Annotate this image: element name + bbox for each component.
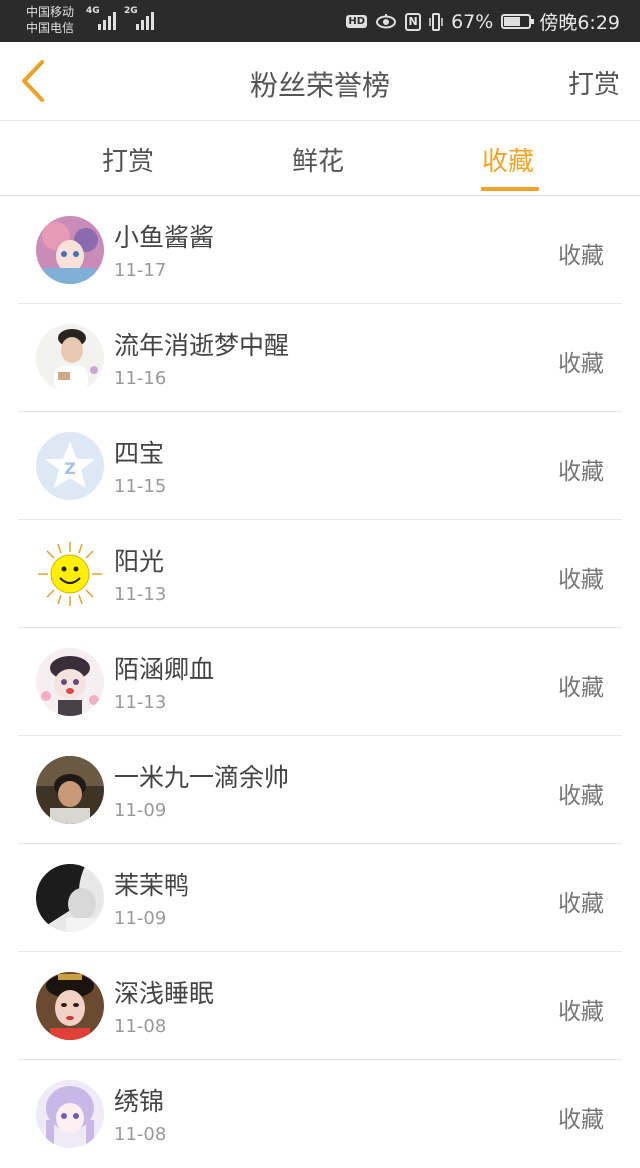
list-item[interactable]: 绣锦 11-08 收藏 [0, 1060, 640, 1168]
man-dark-photo-avatar [36, 756, 104, 824]
battery-icon [501, 14, 535, 29]
fan-date: 11-16 [114, 368, 167, 389]
fan-date: 11-13 [114, 692, 167, 713]
fan-action: 收藏 [558, 243, 604, 269]
fan-name: 一米九一滴余帅 [114, 763, 290, 792]
fan-date: 11-09 [114, 800, 167, 821]
tab-bar: 打赏 鲜花 收藏 [0, 121, 640, 196]
fan-action: 收藏 [558, 1107, 604, 1133]
fan-date: 11-08 [114, 1124, 167, 1145]
list-item[interactable]: 一米九一滴余帅 11-09 收藏 [0, 736, 640, 844]
fan-name: 茉茉鸭 [114, 871, 190, 900]
anime-chibi-avatar [36, 648, 104, 716]
fan-action: 收藏 [558, 675, 604, 701]
list-item[interactable]: Z 四宝 11-15 收藏 [0, 412, 640, 520]
fan-name: 陌涵卿血 [114, 655, 215, 684]
fan-date: 11-09 [114, 908, 167, 929]
nfc-icon: N [405, 12, 422, 31]
svg-text:Z: Z [64, 459, 76, 478]
fan-date: 11-15 [114, 476, 167, 497]
list-item[interactable]: 阳光 11-13 收藏 [0, 520, 640, 628]
tab-favorites[interactable]: 收藏 [482, 141, 534, 178]
fan-action: 收藏 [558, 351, 604, 377]
smiling-sun-avatar [36, 540, 104, 608]
fan-action: 收藏 [558, 783, 604, 809]
qzone-star-avatar: Z [36, 432, 104, 500]
network-type-1: 4G [86, 6, 100, 16]
list-item[interactable]: 茉茉鸭 11-09 收藏 [0, 844, 640, 952]
app-header: 粉丝荣誉榜 打赏 [0, 42, 640, 121]
status-bar: 中国移动 中国电信 4G 2G HD N 67% 傍晚6:29 [0, 0, 640, 42]
costume-woman-avatar [36, 972, 104, 1040]
eye-icon [376, 13, 397, 28]
vibrate-icon [429, 12, 443, 31]
battery-percent: 67% [451, 10, 494, 33]
fan-action: 收藏 [558, 459, 604, 485]
list-item[interactable]: 小鱼酱酱 11-17 收藏 [0, 196, 640, 304]
fan-name: 小鱼酱酱 [114, 223, 215, 252]
fan-name: 深浅睡眠 [114, 979, 215, 1008]
fan-name: 阳光 [114, 547, 165, 576]
fan-action: 收藏 [558, 891, 604, 917]
carrier-1: 中国移动 [26, 5, 75, 19]
signal-icon-2: 2G [124, 6, 154, 30]
reward-button[interactable]: 打赏 [568, 64, 620, 101]
bw-girl-photo-avatar [36, 864, 104, 932]
list-item[interactable]: 陌涵卿血 11-13 收藏 [0, 628, 640, 736]
hd-icon: HD [346, 15, 368, 28]
fan-date: 11-17 [114, 260, 167, 281]
fan-name: 流年消逝梦中醒 [114, 331, 290, 360]
page-title: 粉丝荣誉榜 [249, 69, 390, 102]
young-man-photo-avatar [36, 324, 104, 392]
list-item[interactable]: 流年消逝梦中醒 11-16 收藏 [0, 304, 640, 412]
network-type-2: 2G [124, 6, 138, 16]
fan-date: 11-13 [114, 584, 167, 605]
clock: 傍晚6:29 [539, 12, 620, 34]
anime-girl-pink-avatar [36, 216, 104, 284]
fan-date: 11-08 [114, 1016, 167, 1037]
list-item[interactable]: 深浅睡眠 11-08 收藏 [0, 952, 640, 1060]
fan-name: 四宝 [114, 439, 165, 468]
active-tab-indicator [481, 187, 539, 191]
fan-action: 收藏 [558, 999, 604, 1025]
fan-action: 收藏 [558, 567, 604, 593]
tab-flowers[interactable]: 鲜花 [292, 141, 344, 178]
signal-icon-1: 4G [86, 6, 116, 30]
carrier-2: 中国电信 [26, 21, 75, 35]
tab-reward[interactable]: 打赏 [102, 141, 154, 178]
fan-name: 绣锦 [114, 1087, 165, 1116]
carrier-names: 中国移动 中国电信 [26, 4, 74, 36]
